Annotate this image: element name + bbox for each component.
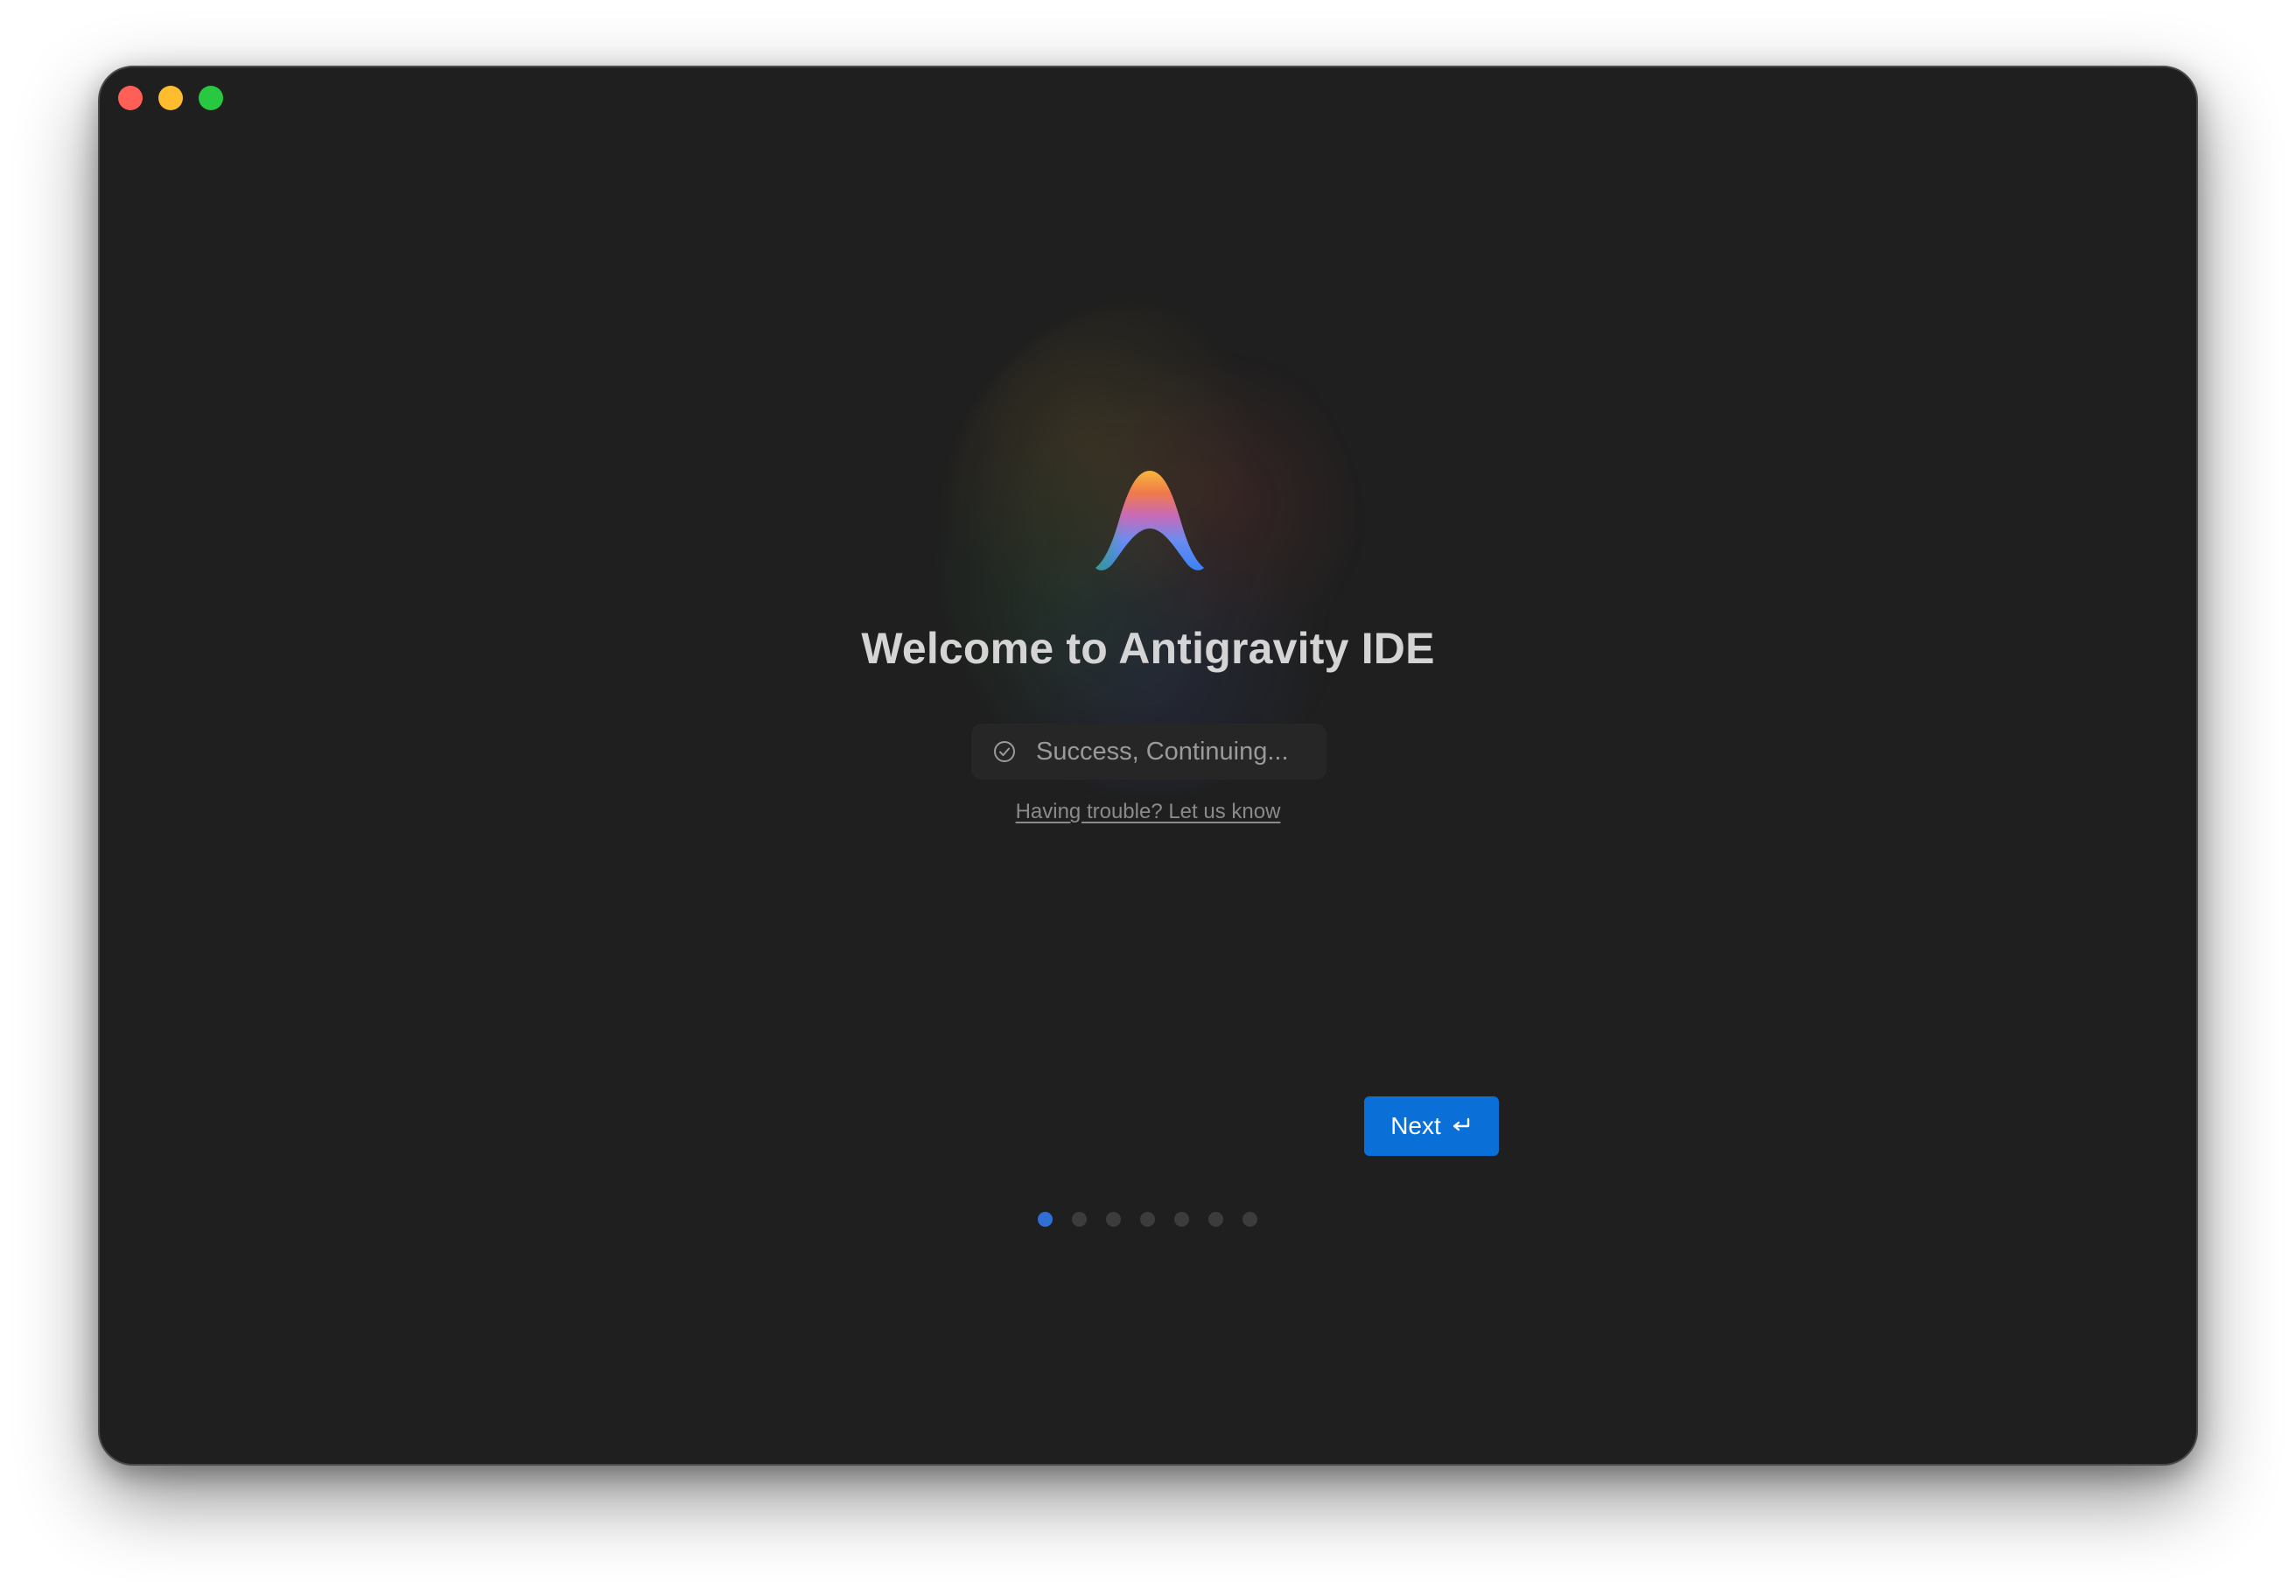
zoom-window-button[interactable] xyxy=(199,86,223,110)
help-link[interactable]: Having trouble? Let us know xyxy=(100,800,2196,824)
minimize-window-button[interactable] xyxy=(158,86,183,110)
pagination-dot-3[interactable] xyxy=(1106,1212,1121,1227)
status-indicator: Success, Continuing... xyxy=(971,724,1326,780)
pagination-dots xyxy=(1038,1212,1257,1227)
return-key-icon xyxy=(1450,1116,1473,1136)
pagination-dot-2[interactable] xyxy=(1072,1212,1087,1227)
pagination-dot-6[interactable] xyxy=(1208,1212,1223,1227)
pagination-dot-1[interactable] xyxy=(1038,1212,1053,1227)
antigravity-logo-icon xyxy=(1096,471,1204,570)
next-button-label: Next xyxy=(1390,1112,1441,1139)
pagination-dot-7[interactable] xyxy=(1242,1212,1257,1227)
app-window: Welcome to Antigravity IDE Success, Cont… xyxy=(98,66,2198,1466)
pagination-dot-5[interactable] xyxy=(1174,1212,1189,1227)
close-window-button[interactable] xyxy=(118,86,143,110)
welcome-title: Welcome to Antigravity IDE xyxy=(861,624,1435,673)
pagination-dot-4[interactable] xyxy=(1140,1212,1155,1227)
next-button[interactable]: Next xyxy=(1364,1096,1499,1156)
check-circle-icon xyxy=(992,739,1017,764)
status-text: Success, Continuing... xyxy=(1036,737,1289,766)
